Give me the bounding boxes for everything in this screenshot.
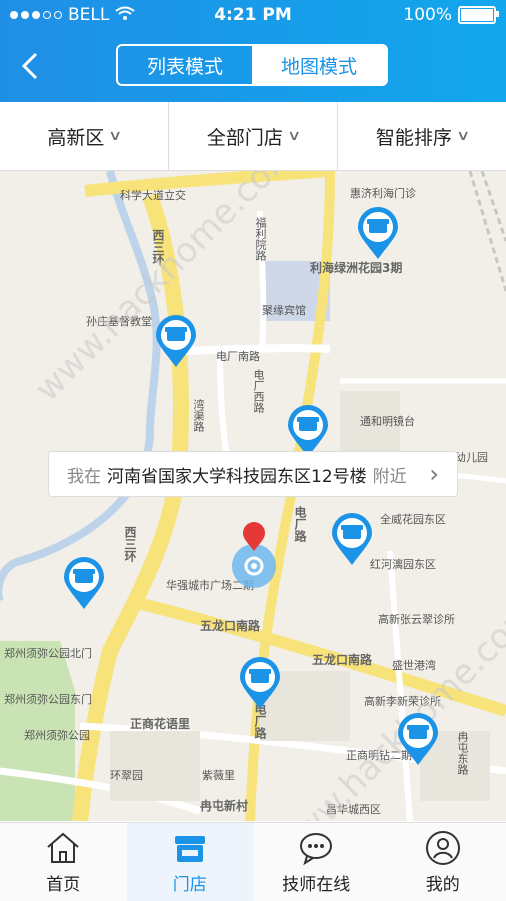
map-label: 冉屯东路 [454, 731, 470, 775]
store-marker[interactable] [332, 513, 372, 565]
map-label: 通和明镜台 [360, 413, 415, 429]
map-label: 幼儿园 [455, 449, 488, 465]
map-label: 科学大道立交 [120, 187, 186, 203]
store-pin-icon [288, 405, 328, 457]
chat-icon [297, 830, 335, 866]
store-pin-icon [240, 657, 280, 709]
map-view[interactable]: 科学大道立交 惠济利海门诊 福利院路 西三环 利海绿洲花园3期 聚缘宾馆 孙庄基… [0, 171, 506, 821]
map-label: 西三环 [122, 526, 139, 562]
mode-switch: 列表模式 地图模式 [116, 44, 388, 86]
location-callout[interactable]: 我在 河南省国家大学科技园东区12号楼 附近 › [48, 451, 458, 497]
map-label: 湾渠路 [190, 399, 206, 432]
map-label: 紫薇里 [202, 767, 235, 783]
store-pin-icon [358, 207, 398, 259]
battery: 100% [403, 5, 496, 25]
tab-store[interactable]: 门店 [127, 823, 254, 901]
home-icon [44, 830, 82, 866]
map-label: 正商花语里 [130, 715, 190, 732]
map-label: 冉屯新村 [200, 797, 248, 814]
tab-list-mode[interactable]: 列表模式 [118, 46, 252, 84]
tab-map-mode[interactable]: 地图模式 [252, 46, 386, 84]
chevron-left-icon [12, 46, 52, 86]
filter-bar: 高新区∨ 全部门店∨ 智能排序∨ [0, 102, 506, 171]
chevron-right-icon: › [429, 460, 439, 488]
location-pin-icon [226, 521, 282, 591]
tab-label: 首页 [46, 870, 80, 895]
tab-technician-online[interactable]: 技师在线 [253, 823, 380, 901]
store-pin-icon [64, 557, 104, 609]
current-location-marker[interactable] [226, 521, 282, 591]
map-label: 环翠园 [110, 767, 143, 783]
top-header: BELL 4:21 PM 100% 列表模式 地图模式 [0, 0, 506, 102]
map-label: 五龙口南路 [312, 651, 372, 668]
store-marker[interactable] [156, 315, 196, 367]
store-marker[interactable] [240, 657, 280, 709]
map-label: 福利院路 [252, 217, 268, 261]
store-marker[interactable] [288, 405, 328, 457]
callout-address: 河南省国家大学科技园东区12号楼 [107, 462, 367, 487]
map-label: 电厂南路 [216, 348, 260, 364]
map-label: 郑州须弥公园 [24, 727, 90, 743]
filter-label: 高新区 [47, 123, 104, 150]
tab-mine[interactable]: 我的 [380, 823, 506, 901]
filter-label: 全部门店 [207, 123, 283, 150]
filter-sort[interactable]: 智能排序∨ [338, 102, 506, 170]
map-label: 聚缘宾馆 [262, 302, 306, 318]
tab-label: 门店 [173, 870, 207, 895]
map-label: 电厂西路 [250, 369, 266, 413]
tab-home[interactable]: 首页 [0, 823, 127, 901]
filter-label: 智能排序 [376, 123, 452, 150]
map-label: 郑州须弥公园北门 [4, 645, 92, 661]
status-bar: BELL 4:21 PM 100% [0, 0, 506, 32]
map-label: 五龙口南路 [200, 617, 260, 634]
map-label: 盛世港湾 [392, 657, 436, 673]
tab-label: 技师在线 [282, 870, 350, 895]
store-pin-icon [398, 713, 438, 765]
map-label: 郑州须弥公园东门 [4, 691, 92, 707]
tab-label: 我的 [426, 870, 460, 895]
map-label: 红河漓园东区 [370, 556, 436, 572]
map-label: 全威花园东区 [380, 511, 446, 527]
store-pin-icon [332, 513, 372, 565]
profile-icon [424, 830, 462, 866]
store-marker[interactable] [64, 557, 104, 609]
store-marker[interactable] [358, 207, 398, 259]
map-label: 惠济利海门诊 [350, 185, 416, 201]
chevron-down-icon: ∨ [287, 128, 301, 144]
filter-district[interactable]: 高新区∨ [0, 102, 169, 170]
map-label: 电厂路 [292, 506, 309, 542]
battery-percent: 100% [403, 5, 452, 25]
callout-suffix: 附近 [373, 462, 407, 487]
map-label: 利海绿洲花园3期 [310, 259, 402, 276]
store-icon [171, 830, 209, 866]
store-pin-icon [156, 315, 196, 367]
map-label: 高新张云翠诊所 [378, 611, 455, 627]
filter-store-type[interactable]: 全部门店∨ [169, 102, 338, 170]
callout-prefix: 我在 [67, 462, 101, 487]
tab-bar: 首页 门店 技师在线 我的 [0, 822, 506, 901]
store-marker[interactable] [398, 713, 438, 765]
back-button[interactable] [12, 46, 52, 86]
chevron-down-icon: ∨ [456, 128, 470, 144]
battery-icon [458, 6, 496, 24]
chevron-down-icon: ∨ [108, 128, 122, 144]
